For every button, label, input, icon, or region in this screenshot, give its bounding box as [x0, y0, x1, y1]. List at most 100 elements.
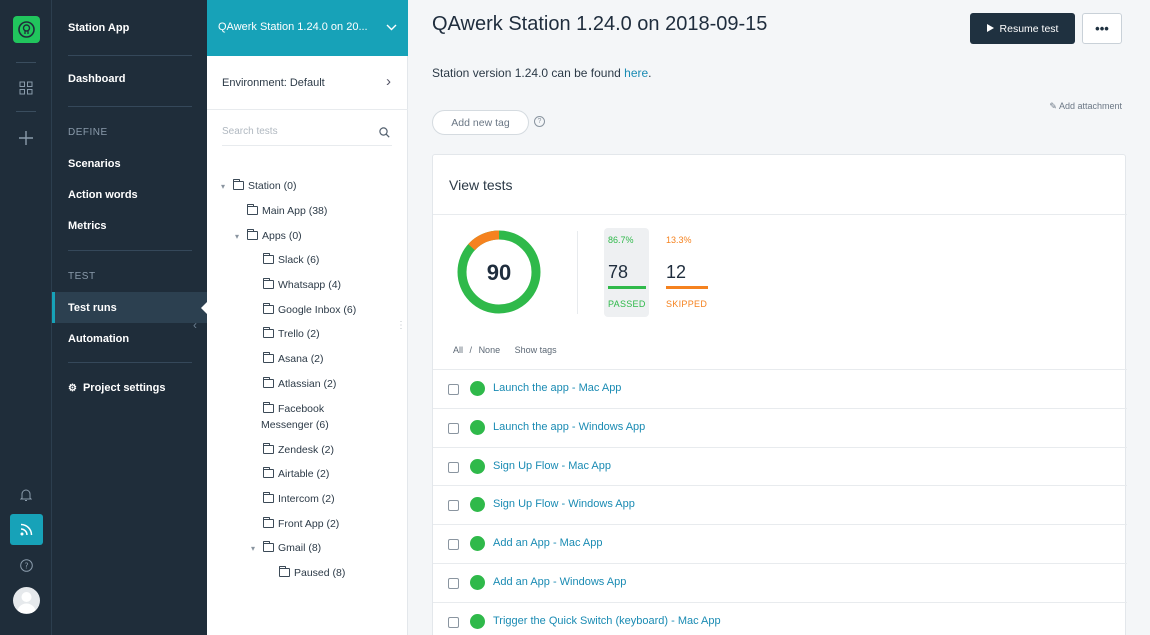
- test-row[interactable]: Trigger the Quick Switch (keyboard) - Ma…: [433, 601, 1127, 635]
- test-name-link[interactable]: Add an App - Mac App: [493, 537, 602, 549]
- tree-node-main-app[interactable]: Main App (38): [247, 204, 327, 219]
- filter-all[interactable]: All: [453, 345, 463, 355]
- more-options-button[interactable]: •••: [1082, 13, 1122, 44]
- folder-icon: [263, 402, 274, 413]
- gear-icon: ⚙: [68, 382, 77, 394]
- search-icon[interactable]: [379, 125, 390, 143]
- test-run-title: QAwerk Station 1.24.0 on 20...: [218, 21, 368, 33]
- environment-selector[interactable]: Environment: Default ›: [207, 56, 408, 110]
- test-checkbox[interactable]: [448, 578, 459, 589]
- tree-node-apps[interactable]: ▾ Apps (0): [235, 229, 302, 244]
- grid-icon[interactable]: [0, 80, 52, 96]
- add-tag-button[interactable]: Add new tag: [432, 110, 529, 135]
- folder-icon: [263, 327, 274, 338]
- tree-node-google-inbox[interactable]: Google Inbox (6): [263, 303, 356, 318]
- version-link[interactable]: here: [624, 66, 648, 80]
- bell-icon[interactable]: [0, 487, 52, 503]
- nav-item-dashboard[interactable]: Dashboard: [68, 73, 125, 85]
- folder-icon: [263, 492, 274, 503]
- test-row[interactable]: Sign Up Flow - Mac App: [433, 446, 1127, 486]
- filter-none[interactable]: None: [479, 345, 501, 355]
- test-row[interactable]: Launch the app - Windows App: [433, 407, 1127, 447]
- help-icon[interactable]: ?: [0, 557, 52, 573]
- test-checkbox[interactable]: [448, 422, 459, 434]
- tree-node-label: Intercom (2): [278, 493, 335, 505]
- test-name-link[interactable]: Sign Up Flow - Mac App: [493, 460, 611, 472]
- nav-item-project-settings[interactable]: ⚙ Project settings: [68, 382, 166, 394]
- tree-node-slack[interactable]: Slack (6): [263, 253, 319, 268]
- skipped-stat[interactable]: 13.3% 12 SKIPPED: [662, 228, 708, 317]
- app-name[interactable]: Station App: [68, 22, 129, 34]
- tree-node-label: Paused (8): [294, 567, 346, 579]
- play-icon: [986, 23, 994, 35]
- tree-node-label: Airtable (2): [278, 468, 330, 480]
- skipped-label: SKIPPED: [666, 299, 708, 309]
- caret-down-icon[interactable]: ▾: [251, 541, 259, 556]
- info-icon[interactable]: ?: [534, 116, 545, 127]
- tree-node-zendesk[interactable]: Zendesk (2): [263, 443, 334, 458]
- version-period: .: [648, 66, 652, 80]
- tree-node-trello[interactable]: Trello (2): [263, 327, 320, 342]
- nav-item-test-runs[interactable]: Test runs: [68, 302, 117, 314]
- rail-divider: [16, 62, 36, 63]
- caret-down-icon[interactable]: ▾: [235, 229, 243, 244]
- card-title: View tests: [449, 177, 513, 193]
- skipped-count: 12: [666, 262, 687, 282]
- tree-node-asana[interactable]: Asana (2): [263, 352, 324, 367]
- test-checkbox[interactable]: [448, 500, 459, 512]
- test-name-link[interactable]: Add an App - Windows App: [493, 576, 626, 588]
- tree-node-station[interactable]: ▾ Station (0): [221, 179, 296, 194]
- avatar[interactable]: [13, 587, 40, 614]
- tree-node-intercom[interactable]: Intercom (2): [263, 492, 335, 507]
- nav-divider: [68, 250, 192, 251]
- station-logo-icon[interactable]: [13, 16, 40, 43]
- test-row[interactable]: Launch the app - Mac App: [433, 369, 1127, 408]
- main-navigation: Station App Dashboard DEFINE Scenarios A…: [52, 0, 208, 635]
- tree-node-paused[interactable]: Paused (8): [279, 566, 345, 581]
- tree-node-facebook-messenger[interactable]: Facebook Messenger (6): [261, 402, 329, 433]
- test-name-link[interactable]: Sign Up Flow - Windows App: [493, 498, 635, 510]
- folder-icon: [263, 303, 274, 314]
- test-checkbox[interactable]: [448, 539, 459, 551]
- caret-down-icon[interactable]: ▾: [221, 179, 229, 194]
- tree-node-airtable[interactable]: Airtable (2): [263, 467, 329, 482]
- test-tree-panel: QAwerk Station 1.24.0 on 20... Environme…: [207, 0, 408, 635]
- nav-item-action-words[interactable]: Action words: [68, 189, 138, 201]
- folder-icon: [263, 352, 274, 363]
- tree-node-label: Trello (2): [278, 328, 320, 340]
- collapse-panel-icon[interactable]: ‹: [193, 318, 197, 332]
- test-name-link[interactable]: Launch the app - Mac App: [493, 382, 621, 394]
- test-name-link[interactable]: Launch the app - Windows App: [493, 421, 645, 433]
- tree-node-atlassian[interactable]: Atlassian (2): [263, 377, 336, 392]
- tree-node-front-app[interactable]: Front App (2): [263, 517, 339, 532]
- add-attachment-link[interactable]: ✎ Add attachment: [1049, 101, 1122, 112]
- passed-percent: 86.7%: [608, 235, 634, 245]
- search-input[interactable]: Search tests: [222, 118, 392, 146]
- test-name-link[interactable]: Trigger the Quick Switch (keyboard) - Ma…: [493, 615, 721, 627]
- rss-feed-icon[interactable]: [10, 514, 43, 545]
- test-row[interactable]: Add an App - Mac App: [433, 524, 1127, 563]
- test-checkbox[interactable]: [448, 616, 459, 628]
- test-row[interactable]: Sign Up Flow - Windows App: [433, 485, 1127, 524]
- nav-item-scenarios[interactable]: Scenarios: [68, 158, 121, 170]
- folder-icon: [263, 278, 274, 289]
- folder-icon: [263, 541, 274, 552]
- resume-test-button[interactable]: Resume test: [970, 13, 1075, 44]
- filter-bar: All / None Show tags: [453, 345, 557, 355]
- show-tags-toggle[interactable]: Show tags: [515, 345, 557, 355]
- plus-icon[interactable]: [0, 130, 52, 146]
- nav-item-metrics[interactable]: Metrics: [68, 220, 107, 232]
- test-checkbox[interactable]: [448, 384, 459, 395]
- svg-text:?: ?: [24, 561, 28, 570]
- add-attachment-label: Add attachment: [1058, 101, 1122, 111]
- test-row[interactable]: Add an App - Windows App: [433, 563, 1127, 602]
- test-checkbox[interactable]: [448, 461, 459, 473]
- tree-node-label: Asana (2): [278, 353, 324, 365]
- stats-divider: [577, 231, 578, 314]
- tree-node-whatsapp[interactable]: Whatsapp (4): [263, 278, 341, 293]
- tree-node-gmail[interactable]: ▾ Gmail (8): [251, 541, 321, 556]
- test-run-selector[interactable]: QAwerk Station 1.24.0 on 20...: [207, 0, 408, 56]
- resize-handle[interactable]: ⋮: [396, 320, 406, 331]
- nav-item-automation[interactable]: Automation: [68, 333, 129, 345]
- passed-stat[interactable]: 86.7% 78 PASSED: [604, 228, 649, 317]
